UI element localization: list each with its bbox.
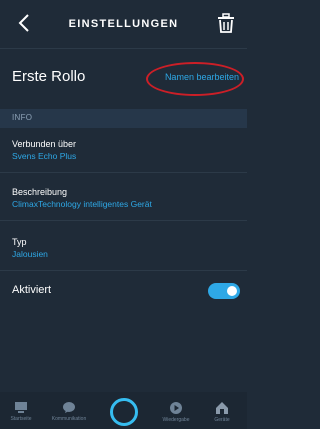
info-section-label: INFO [12,113,33,122]
connected-via-value: Svens Echo Plus [12,151,77,161]
nav-devices[interactable]: Geräte [202,392,242,429]
trash-icon [218,13,234,33]
row-divider [0,270,247,271]
type-row: Typ Jalousien [12,237,48,259]
nav-communication[interactable]: Kommunikation [49,392,89,429]
page-title: EINSTELLUNGEN [68,18,179,30]
nav-play[interactable]: Wiedergabe [156,392,196,429]
activated-label: Aktiviert [12,284,52,296]
type-value: Jalousien [12,249,48,259]
info-section-header: INFO [0,109,247,128]
nav-home[interactable]: Startseite [1,392,41,429]
toggle-knob [227,286,237,296]
description-label: Beschreibung [12,187,68,197]
row-divider [0,172,247,173]
devices-icon [216,402,228,414]
chat-bubble-icon [63,402,75,413]
back-button[interactable] [12,9,36,37]
device-name: Erste Rollo [12,68,86,85]
home-icon [15,402,27,413]
delete-button[interactable] [215,12,237,34]
header-divider [0,48,247,49]
type-label: Typ [12,237,27,247]
nav-devices-label: Geräte [214,417,230,423]
annotation-circle [146,62,244,96]
description-value: ClimaxTechnology intelligentes Gerät [12,199,152,209]
connected-via-label: Verbunden über [12,139,77,149]
row-divider [0,220,247,221]
activated-toggle[interactable] [208,283,240,299]
alexa-button[interactable] [110,398,138,426]
play-icon [170,402,182,414]
top-bar: EINSTELLUNGEN [0,0,247,48]
connected-via-row: Verbunden über Svens Echo Plus [12,139,76,161]
description-row: Beschreibung ClimaxTechnology intelligen… [12,187,152,209]
nav-home-label: Startseite [10,416,32,422]
nav-play-label: Wiedergabe [162,417,190,423]
nav-communication-label: Kommunikation [51,416,87,422]
chevron-left-icon [18,14,29,32]
